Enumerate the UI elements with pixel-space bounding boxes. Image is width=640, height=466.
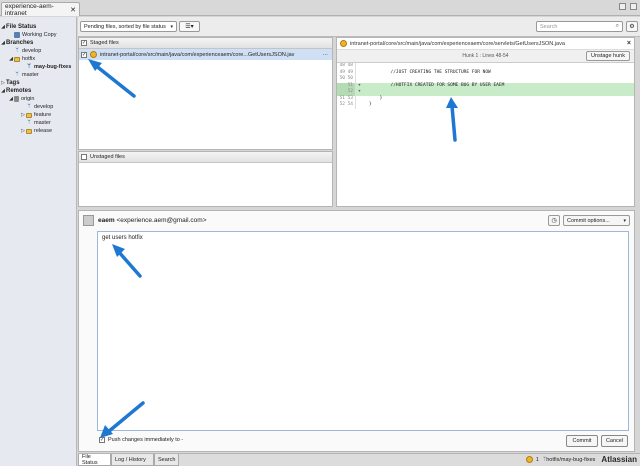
search-icon: ⌕ xyxy=(615,23,619,29)
diff-code: } xyxy=(358,102,372,107)
sidebar-branch-hotfix[interactable]: ◢ hotfix xyxy=(0,55,76,63)
minimize-icon[interactable] xyxy=(619,3,626,10)
repo-tab-title: experience-aem-intranet xyxy=(5,2,54,17)
commit-author: eaem <experience.aem@gmail.com> xyxy=(98,217,207,224)
sidebar: ◢ File Status Working Copy ◢ Branches ᛘ … xyxy=(0,17,77,466)
atlassian-logo: Atlassian xyxy=(601,455,637,464)
commit-options-group: ◷ Commit options... ▾ xyxy=(548,215,630,226)
current-branch[interactable]: hotfix/may-bug-fixes xyxy=(546,457,595,463)
author-email: <experience.aem@gmail.com> xyxy=(116,217,207,224)
unstaged-all-checkbox[interactable] xyxy=(81,154,87,160)
sidebar-branch-may-bug-fixes[interactable]: ᛘ may-bug-fixes xyxy=(0,63,76,71)
pending-count: 1 xyxy=(535,456,539,463)
sidebar-branch-master[interactable]: ᛘ master xyxy=(0,71,76,79)
author-name: eaem xyxy=(98,217,115,224)
pending-files-sort-select[interactable]: Pending files, sorted by file status ▾ xyxy=(80,21,177,32)
close-tab-icon[interactable]: ✕ xyxy=(70,6,76,14)
cancel-button[interactable]: Cancel xyxy=(601,435,628,447)
list-icon: ☰▾ xyxy=(185,24,194,30)
view-mode-button[interactable]: ☰▾ xyxy=(179,21,200,32)
tab-search[interactable]: Search xyxy=(154,454,179,466)
diff-panel: intranet-portal/core/src/main/java/com/e… xyxy=(336,37,635,207)
branch-icon: ᛘ xyxy=(15,48,19,54)
diff-line[interactable]: 52 54 } xyxy=(337,102,634,109)
clock-icon: ◷ xyxy=(551,218,557,224)
modified-file-icon xyxy=(90,51,97,58)
commit-options-button[interactable]: Commit options... ▾ xyxy=(563,215,630,226)
sidebar-remote-feature[interactable]: ▷ feature xyxy=(0,111,76,119)
repo-tab[interactable]: experience-aem-intranet ✕ xyxy=(1,2,80,17)
sidebar-remote-origin[interactable]: ◢ origin xyxy=(0,95,76,103)
staged-file-checkbox[interactable]: ✓ xyxy=(81,51,87,58)
sidebar-working-copy[interactable]: Working Copy xyxy=(0,31,76,39)
commit-button[interactable]: Commit xyxy=(566,435,598,447)
chevron-down-icon: ▾ xyxy=(170,23,173,30)
working-copy-icon xyxy=(14,32,20,38)
old-line-number: 52 xyxy=(339,102,345,107)
push-changes-checkbox[interactable]: ✓ xyxy=(99,437,105,443)
staged-files-panel: ✓ Staged files ✓ intranet-portal/core/sr… xyxy=(78,37,333,150)
bottom-bar: File Status Log / History Search 1 ᛘ hot… xyxy=(78,453,640,466)
chevron-down-icon: ▾ xyxy=(623,217,626,224)
unstaged-files-header: Unstaged files xyxy=(79,152,332,163)
staged-files-header: ✓ Staged files xyxy=(79,38,332,49)
folder-icon xyxy=(14,56,20,62)
commit-message-input[interactable]: get users hotfix xyxy=(97,231,629,431)
branch-icon: ᛘ xyxy=(27,104,31,110)
staged-file-row[interactable]: ✓ intranet-portal/core/src/main/java/com… xyxy=(79,49,332,60)
unstage-hunk-button[interactable]: Unstage hunk xyxy=(586,51,630,61)
more-options-icon[interactable]: ··· xyxy=(323,52,329,58)
new-line-number: 54 xyxy=(346,102,356,109)
tab-log-history[interactable]: Log / History xyxy=(111,454,154,466)
sidebar-file-status[interactable]: ◢ File Status xyxy=(0,23,76,31)
status-area: 1 ᛘ hotfix/may-bug-fixes Atlassian xyxy=(525,455,637,464)
settings-button[interactable]: ⚙ xyxy=(626,21,638,32)
branch-icon: ᛘ xyxy=(15,72,19,78)
push-changes-option[interactable]: ✓ Push changes immediately to - xyxy=(99,437,183,443)
history-button[interactable]: ◷ xyxy=(548,215,560,226)
gear-icon: ⚙ xyxy=(629,24,635,30)
search-input[interactable]: Search ⌕ xyxy=(536,21,623,32)
commit-panel: eaem <experience.aem@gmail.com> ◷ Commit… xyxy=(78,210,635,452)
staged-all-checkbox[interactable]: ✓ xyxy=(81,40,87,46)
maximize-icon[interactable] xyxy=(630,3,637,10)
file-status-toolbar: Pending files, sorted by file status ▾ ☰… xyxy=(78,17,640,37)
remote-icon xyxy=(14,96,19,102)
diff-lines: 48 48 49 49 //JUST CREATING THE STRUCTURE F… xyxy=(337,63,634,109)
unstaged-files-panel: Unstaged files xyxy=(78,151,333,207)
close-icon[interactable]: × xyxy=(627,40,631,47)
hunk-header: Hunk 1 : Lines 48-54 Unstage hunk xyxy=(337,50,634,63)
avatar xyxy=(83,215,94,226)
sidebar-branches[interactable]: ◢ Branches xyxy=(0,39,76,47)
pending-changes-icon xyxy=(525,456,533,463)
branch-icon: ᛘ xyxy=(27,64,31,70)
sidebar-remote-release[interactable]: ▷ release xyxy=(0,127,76,135)
tab-file-status[interactable]: File Status xyxy=(78,454,111,466)
sidebar-remote-develop[interactable]: ᛘ develop xyxy=(0,103,76,111)
folder-icon xyxy=(26,128,32,134)
sidebar-remotes[interactable]: ◢ Remotes xyxy=(0,87,76,95)
window-tab-bar: experience-aem-intranet ✕ xyxy=(0,0,640,17)
sidebar-tags[interactable]: ▷ Tags xyxy=(0,79,76,87)
sidebar-remote-master[interactable]: ᛘ master xyxy=(0,119,76,127)
folder-icon xyxy=(26,112,32,118)
diff-file-header: intranet-portal/core/src/main/java/com/e… xyxy=(337,38,634,50)
modified-file-icon xyxy=(340,40,347,47)
sidebar-branch-develop[interactable]: ᛘ develop xyxy=(0,47,76,55)
branch-icon: ᛘ xyxy=(27,120,31,126)
